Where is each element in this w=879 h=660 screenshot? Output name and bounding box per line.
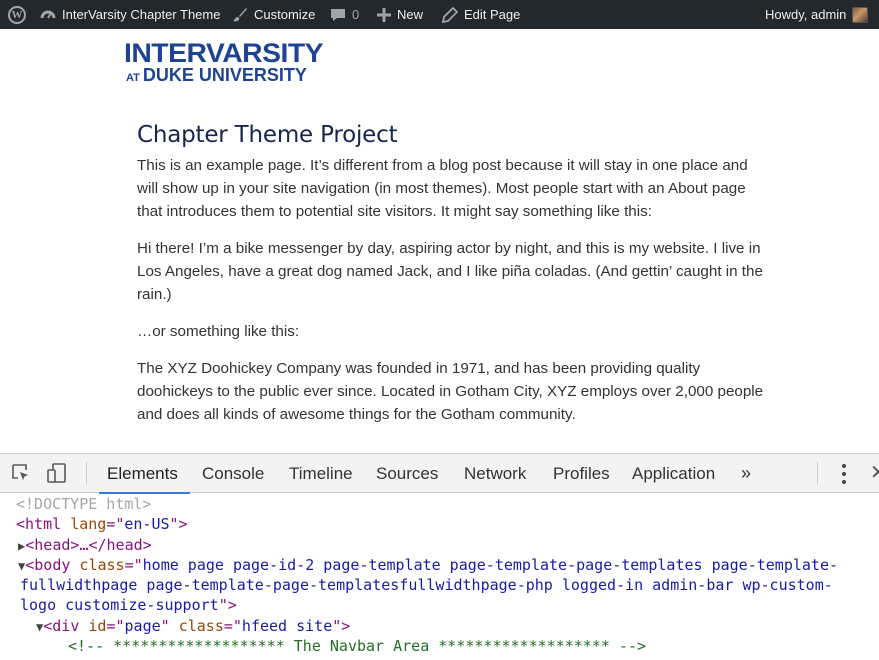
tab-timeline[interactable]: Timeline <box>289 454 353 493</box>
dom-html-tag: <html <box>16 515 62 533</box>
paragraph: Hi there! I’m a bike messenger by day, a… <box>137 240 763 303</box>
dom-body-tag: <body <box>25 556 71 574</box>
tab-application[interactable]: Application <box>632 454 715 493</box>
howdy-label: Howdy, admin <box>765 7 847 22</box>
dom-div-page-node[interactable]: ▼<div id="page" class="hfeed site"> <box>36 616 350 637</box>
site-logo[interactable]: INTERVARSITY AT DUKE UNIVERSITY <box>124 40 324 87</box>
dom-attr-class-value-end: logo customize-support"> <box>20 596 237 614</box>
logo-line-1: INTERVARSITY <box>124 38 324 68</box>
dom-div-tag: <div <box>43 617 80 635</box>
avatar <box>852 6 869 23</box>
close-devtools-icon[interactable]: ✕ <box>870 460 879 485</box>
comments-count: 0 <box>352 7 360 22</box>
dom-attr-id-value: page <box>124 617 161 635</box>
inspect-element-icon[interactable] <box>10 462 32 484</box>
dom-head-tag: <head>…</head> <box>25 536 152 554</box>
pencil-icon <box>442 6 458 23</box>
dom-comment-node[interactable]: <!-- ******************* The Navbar Area… <box>68 636 646 656</box>
toolbar-divider <box>817 462 818 484</box>
customize-label: Customize <box>254 7 316 22</box>
dom-attr-class-value-tail: logo customize-support <box>20 596 219 614</box>
dom-attr-class: class <box>178 617 224 635</box>
dom-attr-lang: lang <box>70 515 107 533</box>
dom-attr-lang-value: en-US <box>124 515 170 533</box>
paragraph: The XYZ Doohickey Company was founded in… <box>137 360 764 423</box>
wordpress-logo-icon: W <box>8 5 26 24</box>
logo-line-2: AT DUKE UNIVERSITY <box>126 66 314 87</box>
tab-profiles[interactable]: Profiles <box>553 454 610 493</box>
dom-attr-class-value-cont: fullwidthpage page-template-page-templat… <box>20 576 833 594</box>
new-content-menu[interactable]: New <box>377 0 423 29</box>
dom-html-node[interactable]: <html lang="en-US"> <box>16 514 188 534</box>
comments-menu[interactable]: 0 <box>330 0 359 29</box>
paragraph: …or something like this: <box>137 323 300 340</box>
wp-menu[interactable]: W <box>8 0 26 29</box>
tab-network[interactable]: Network <box>464 454 526 493</box>
dom-attr-class-value: hfeed site <box>241 617 333 635</box>
toolbar-divider <box>86 462 87 484</box>
dom-attr-class-value: home page page-id-2 page-template page-t… <box>142 556 839 574</box>
more-tabs-button[interactable]: » <box>741 454 751 493</box>
plus-icon <box>377 7 391 22</box>
customize-menu[interactable]: Customize <box>232 0 315 29</box>
edit-page-menu[interactable]: Edit Page <box>442 0 520 29</box>
page-content: Chapter Theme Project This is an example… <box>137 122 777 440</box>
paintbrush-icon <box>232 7 248 23</box>
site-name-menu[interactable]: InterVarsity Chapter Theme <box>40 0 220 29</box>
dom-body-node[interactable]: ▼<body class="home page page-id-2 page-t… <box>18 555 838 576</box>
edit-page-label: Edit Page <box>464 7 521 22</box>
tab-console[interactable]: Console <box>202 454 264 493</box>
dom-doctype-node[interactable]: <!DOCTYPE html> <box>16 494 151 514</box>
logo-line-2-text: DUKE UNIVERSITY <box>142 65 307 85</box>
dashboard-icon <box>40 7 56 23</box>
devtools-toolbar: Elements Console Timeline Sources Networ… <box>0 454 879 494</box>
admin-bar: W InterVarsity Chapter Theme Customize 0… <box>0 0 879 29</box>
logo-line-2-prefix: AT <box>126 72 140 84</box>
dom-head-node[interactable]: ▶<head>…</head> <box>18 535 152 556</box>
tab-sources[interactable]: Sources <box>376 454 438 493</box>
devtools-panel: Elements Console Timeline Sources Networ… <box>0 453 879 660</box>
comment-bubble-icon <box>330 7 346 23</box>
dom-attr-id: id <box>88 617 107 635</box>
page-title: Chapter Theme Project <box>137 122 398 148</box>
paragraph: This is an example page. It’s different … <box>137 157 748 220</box>
device-toolbar-icon[interactable] <box>46 462 68 484</box>
tab-elements[interactable]: Elements <box>99 454 190 494</box>
site-name-label: InterVarsity Chapter Theme <box>62 7 221 22</box>
new-label: New <box>397 7 424 22</box>
customize-devtools-icon[interactable] <box>842 464 846 484</box>
dom-attr-class: class <box>79 556 125 574</box>
my-account-menu[interactable]: Howdy, admin <box>765 0 869 29</box>
